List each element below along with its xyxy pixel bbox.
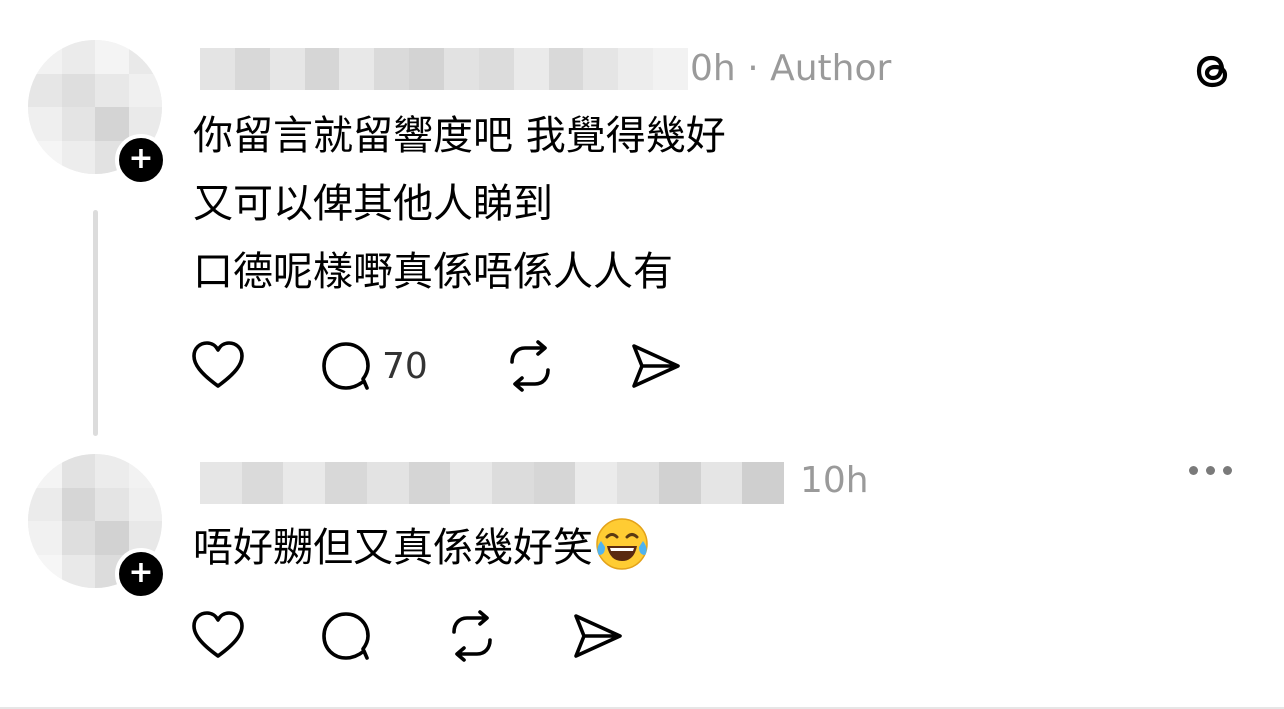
like-button[interactable] [190,608,318,664]
comment-line: 口德呢樣嘢真係唔係人人有 [193,249,673,295]
threads-reply-list: + 0h · Author 你留言就留響度吧 我覺得幾好 又可以俾其他人睇到 口… [0,0,1284,709]
author-name-redacted[interactable] [200,48,688,90]
repost-icon [452,610,492,662]
repost-button[interactable] [444,608,570,664]
comment-meta: 0h · Author [690,48,891,90]
heart-icon [192,611,244,658]
more-icon [1189,466,1198,475]
follow-plus-button[interactable]: + [115,134,167,186]
author-name-redacted[interactable] [200,462,784,504]
comment-line: 又可以俾其他人睇到 [193,181,553,227]
comment-meta: 10h [800,460,869,502]
send-icon [632,344,680,388]
comment-line: 你留言就留響度吧 我覺得幾好 [193,113,726,159]
repost-icon [510,340,550,392]
thread-connector-line [93,210,98,436]
timestamp: 0h [690,48,736,89]
tears-of-joy-emoji [596,518,648,570]
reply-count: 70 [382,345,428,387]
heart-icon [192,341,244,388]
reply-button[interactable]: 70 [318,338,502,394]
threads-logo-icon[interactable] [1188,46,1236,94]
like-button[interactable] [190,338,318,394]
follow-plus-button[interactable]: + [115,548,167,600]
action-bar: 70 [190,338,688,394]
timestamp: 10h [800,460,869,501]
share-button[interactable] [570,608,630,664]
repost-button[interactable] [502,338,628,394]
send-icon [574,614,622,658]
more-options-button[interactable] [1189,466,1232,475]
comment-body: 你留言就留響度吧 我覺得幾好 又可以俾其他人睇到 口德呢樣嘢真係唔係人人有 [193,102,726,306]
action-bar [190,608,630,664]
comment-body: 唔好嬲但又真係幾好笑 [193,514,651,582]
reply-bubble-icon [322,342,370,390]
author-badge: Author [770,48,892,89]
meta-separator: · [747,48,759,89]
share-button[interactable] [628,338,688,394]
reply-bubble-icon [322,612,370,660]
comment-line: 唔好嬲但又真係幾好笑 [193,525,593,571]
reply-button[interactable] [318,608,444,664]
